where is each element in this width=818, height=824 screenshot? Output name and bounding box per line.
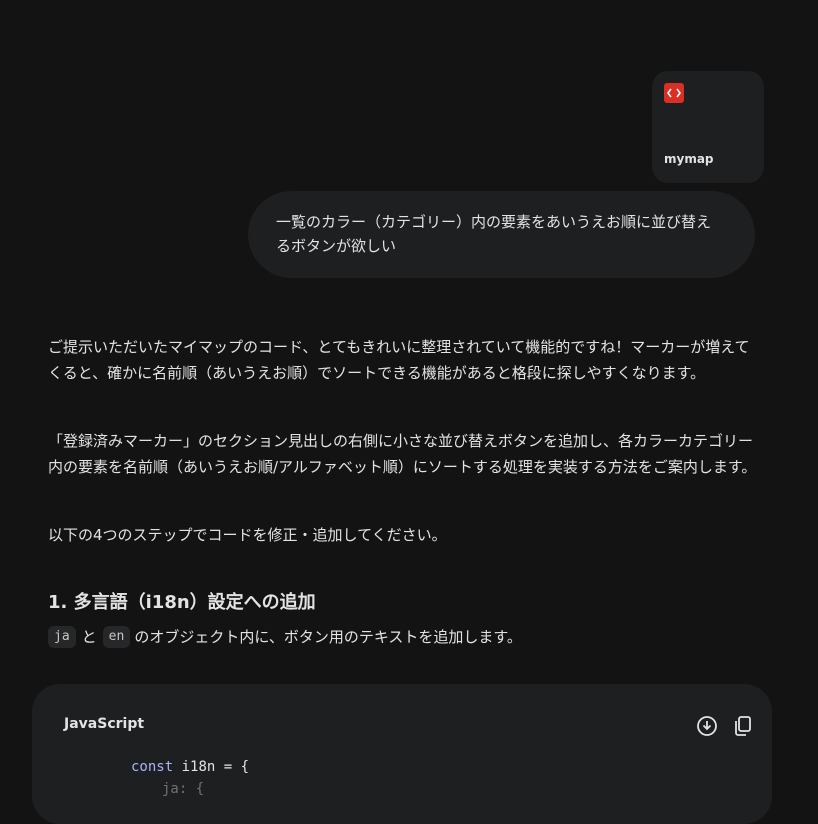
response-paragraph-3: 以下の4つのステップでコードを修正・追加してください。 [48, 526, 447, 544]
response-paragraph-1: ご提示いただいたマイマップのコード、とてもきれいに整理されていて機能的ですね！マ… [48, 338, 750, 382]
code-line-2: ja: { [162, 781, 205, 797]
code-line-1: const i18n = { [131, 759, 249, 775]
step1-connector: と [81, 628, 97, 646]
step1-text: のオブジェクト内に、ボタン用のテキストを追加します。 [134, 628, 522, 646]
download-button[interactable] [695, 714, 719, 738]
attachment-card[interactable]: mymap [652, 71, 764, 183]
inline-code-en: en [102, 626, 131, 648]
attachment-file-name: mymap [664, 152, 714, 166]
copy-button[interactable] [731, 714, 755, 738]
download-icon [697, 716, 717, 736]
code-file-icon [664, 83, 684, 103]
code-language-label: JavaScript [64, 716, 145, 732]
user-message-text: 一覧のカラー（カテゴリー）内の要素をあいうえお順に並び替えるボタンが欲しい [276, 213, 712, 255]
inline-code-ja: ja [48, 626, 76, 648]
section-heading-1: 1. 多言語（i18n）設定への追加 [48, 592, 316, 613]
code-block: JavaScript const i18n = { ja: { [32, 684, 772, 824]
copy-icon [735, 716, 751, 736]
code-keyword-const: const [131, 759, 174, 775]
user-message-bubble: 一覧のカラー（カテゴリー）内の要素をあいうえお順に並び替えるボタンが欲しい [248, 191, 755, 278]
code-line-1-rest: i18n = { [173, 759, 250, 775]
step1-description: ja と en のオブジェクト内に、ボタン用のテキストを追加します。 [48, 624, 758, 650]
response-paragraph-2: 「登録済みマーカー」のセクション見出しの右側に小さな並び替えボタンを追加し、各カ… [48, 432, 757, 476]
